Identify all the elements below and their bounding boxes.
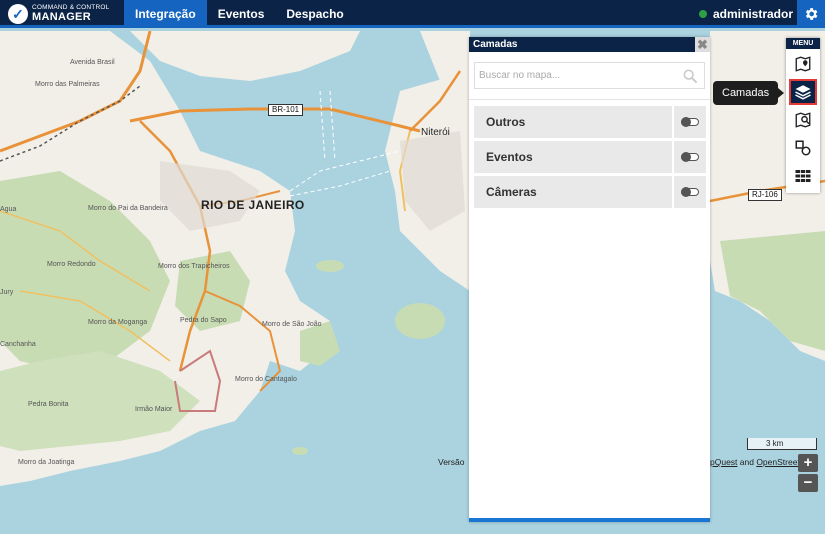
road-shield-rj106: RJ-106 bbox=[748, 189, 782, 201]
map-label-morro-moganga: Morro da Moganga bbox=[88, 319, 148, 326]
layer-label: Eventos bbox=[474, 141, 672, 173]
settings-button[interactable] bbox=[797, 0, 825, 28]
gear-icon bbox=[805, 8, 818, 20]
layer-row-outros: Outros bbox=[474, 106, 706, 138]
road-shield-br101: BR-101 bbox=[268, 104, 304, 116]
map-label-morro-cantagalo: Morro do Cantagalo bbox=[235, 376, 297, 383]
toggle-switch-icon bbox=[681, 152, 699, 162]
mapquest-link[interactable]: pQuest bbox=[710, 457, 737, 467]
online-status-icon bbox=[698, 10, 707, 18]
layers-tooltip: Camadas bbox=[713, 81, 785, 105]
layer-row-eventos: Eventos bbox=[474, 141, 706, 173]
zoom-out-button[interactable]: − bbox=[798, 474, 818, 492]
map-label-canchanha: Canchanha bbox=[0, 341, 36, 348]
map-label-agua: Agua bbox=[0, 206, 17, 213]
username: administrador bbox=[712, 7, 793, 21]
search-icon[interactable] bbox=[682, 68, 698, 84]
nav-tab-despacho[interactable]: Despacho bbox=[275, 0, 354, 28]
map-label-rio: RIO DE JANEIRO bbox=[201, 198, 305, 212]
layer-toggle-outros[interactable] bbox=[674, 106, 706, 138]
map-label-pedra-sapo: Pedra do Sapo bbox=[180, 317, 227, 324]
map-marker-button[interactable] bbox=[789, 51, 817, 77]
map-scale: 3 km bbox=[747, 438, 817, 450]
map-label-morro-sao-joao: Morro de São João bbox=[262, 321, 322, 328]
layer-label: Câmeras bbox=[474, 176, 672, 208]
shapes-button[interactable] bbox=[789, 135, 817, 161]
map-label-morro-bandeira: Morro do Pai da Bandeira bbox=[88, 205, 168, 212]
shapes-icon bbox=[795, 140, 811, 156]
map-label-morro-redondo: Morro Redondo bbox=[47, 261, 96, 268]
toggle-switch-icon bbox=[681, 187, 699, 197]
map-label-pedra-bonita: Pedra Bonita bbox=[28, 401, 69, 408]
toggle-switch-icon bbox=[681, 117, 699, 127]
nav-tab-eventos[interactable]: Eventos bbox=[207, 0, 276, 28]
map-label-irmao-maior: Irmão Maior bbox=[135, 406, 173, 413]
map-search bbox=[474, 62, 705, 89]
layer-label: Outros bbox=[474, 106, 672, 138]
side-menu: MENU bbox=[786, 38, 820, 193]
main-nav: Integração Eventos Despacho bbox=[124, 0, 355, 28]
close-icon[interactable]: ✖ bbox=[695, 37, 710, 52]
zoom-in-button[interactable]: + bbox=[798, 454, 818, 472]
grid-button[interactable] bbox=[789, 163, 817, 189]
layer-toggle-cameras[interactable] bbox=[674, 176, 706, 208]
map-label-morro-palmeiras: Morro das Palmeiras bbox=[35, 81, 100, 88]
map-label-morro-trapicheiros: Morro dos Trapicheiros bbox=[158, 263, 230, 270]
checkmark-logo-icon: ✓ bbox=[8, 4, 28, 24]
layers-button[interactable] bbox=[789, 79, 817, 105]
layers-panel: Camadas ✖ Outros Eventos Câmeras bbox=[469, 37, 710, 522]
map-search-icon bbox=[795, 112, 811, 128]
layer-row-cameras: Câmeras bbox=[474, 176, 706, 208]
user-menu[interactable]: administrador bbox=[698, 0, 793, 28]
version-text: Versão bbox=[438, 457, 465, 467]
map-marker-icon bbox=[795, 56, 811, 72]
zoom-controls: + − bbox=[798, 454, 818, 494]
map-search-button[interactable] bbox=[789, 107, 817, 133]
grid-icon bbox=[795, 170, 811, 182]
map-label-morro-joatinga: Morro da Joatinga bbox=[18, 459, 75, 466]
layers-icon bbox=[795, 85, 811, 100]
layer-toggle-eventos[interactable] bbox=[674, 141, 706, 173]
app-logo[interactable]: ✓ COMMAND & CONTROL MANAGER bbox=[8, 3, 109, 25]
map-label-niteroi: Niterói bbox=[421, 127, 450, 138]
map-label-avenida-brasil: Avenida Brasil bbox=[70, 59, 115, 66]
search-input[interactable] bbox=[475, 63, 704, 88]
top-bar: ✓ COMMAND & CONTROL MANAGER Integração E… bbox=[0, 0, 825, 28]
map-label-jury: Jury bbox=[0, 289, 14, 296]
nav-tab-integracao[interactable]: Integração bbox=[124, 0, 207, 28]
panel-title: Camadas bbox=[473, 39, 518, 50]
panel-header: Camadas ✖ bbox=[469, 37, 710, 52]
divider bbox=[469, 99, 710, 100]
logo-line2: MANAGER bbox=[32, 10, 91, 23]
menu-title: MENU bbox=[786, 38, 820, 49]
